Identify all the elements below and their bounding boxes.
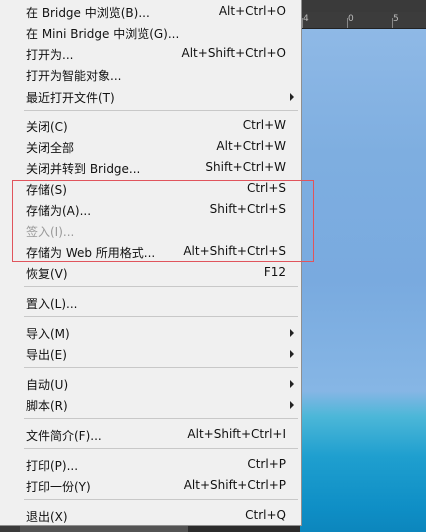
- menu-item-label: 自动(U): [26, 378, 69, 392]
- highlight-annotation-box: [12, 180, 314, 262]
- menu-item-label: 最近打开文件(T): [26, 91, 115, 105]
- menu-item-close-all[interactable]: 关闭全部 Alt+Ctrl+W: [0, 136, 300, 157]
- menu-item-browse-in-bridge[interactable]: 在 Bridge 中浏览(B)... Alt+Ctrl+O: [0, 1, 300, 22]
- menu-item-label: 关闭并转到 Bridge...: [26, 162, 141, 176]
- menu-item-label: 置入(L)...: [26, 297, 78, 311]
- menu-item-open-as[interactable]: 打开为... Alt+Shift+Ctrl+O: [0, 43, 300, 64]
- menu-item-label: 导入(M): [26, 327, 70, 341]
- file-menu: 在 Bridge 中浏览(B)... Alt+Ctrl+O 在 Mini Bri…: [0, 0, 302, 526]
- menu-item-label: 退出(X): [26, 510, 68, 524]
- menu-item-label: 打印一份(Y): [26, 480, 91, 494]
- menu-item-label: 导出(E): [26, 348, 67, 362]
- menu-item-place[interactable]: 置入(L)...: [0, 292, 300, 313]
- menu-separator: [24, 367, 298, 368]
- menu-item-revert[interactable]: 恢复(V) F12: [0, 262, 300, 283]
- menu-item-exit[interactable]: 退出(X) Ctrl+Q: [0, 505, 300, 526]
- ruler-tick: [302, 18, 303, 28]
- menu-item-label: 打印(P)...: [26, 459, 79, 473]
- menu-item-automate[interactable]: 自动(U): [0, 373, 300, 394]
- menu-item-file-info[interactable]: 文件简介(F)... Alt+Shift+Ctrl+I: [0, 424, 300, 445]
- menu-item-shortcut: Shift+Ctrl+W: [205, 160, 286, 174]
- menu-item-shortcut: Ctrl+W: [242, 118, 286, 132]
- menu-item-browse-in-mini-bridge[interactable]: 在 Mini Bridge 中浏览(G)...: [0, 22, 300, 43]
- menu-item-print[interactable]: 打印(P)... Ctrl+P: [0, 454, 300, 475]
- menu-item-label: 打开为...: [26, 48, 74, 62]
- menu-item-label: 打开为智能对象...: [26, 69, 122, 83]
- menu-item-shortcut: F12: [263, 265, 286, 279]
- ruler-tick: [392, 18, 393, 28]
- menu-item-open-recent[interactable]: 最近打开文件(T): [0, 86, 300, 107]
- menu-item-export[interactable]: 导出(E): [0, 343, 300, 364]
- menu-item-scripts[interactable]: 脚本(R): [0, 394, 300, 415]
- menu-separator: [24, 286, 298, 287]
- menu-item-shortcut: Alt+Shift+Ctrl+O: [181, 46, 286, 60]
- menu-item-close[interactable]: 关闭(C) Ctrl+W: [0, 115, 300, 136]
- ruler-tick: [347, 18, 348, 28]
- menu-separator: [24, 448, 298, 449]
- menu-item-shortcut: Alt+Ctrl+O: [218, 4, 286, 18]
- status-bar-edge: [188, 525, 300, 532]
- ruler-mark: 4: [303, 14, 309, 24]
- menu-separator: [24, 316, 298, 317]
- ruler-mark: 0: [348, 14, 354, 24]
- menu-item-open-as-smart-object[interactable]: 打开为智能对象...: [0, 64, 300, 85]
- menu-item-label: 关闭(C): [26, 120, 68, 134]
- submenu-arrow-icon: [290, 380, 294, 388]
- horizontal-ruler: 4 0 5: [300, 12, 426, 29]
- menu-item-label: 在 Bridge 中浏览(B)...: [26, 6, 150, 20]
- menu-item-shortcut: Ctrl+Q: [245, 508, 286, 522]
- menu-separator: [24, 418, 298, 419]
- menu-separator: [24, 499, 298, 500]
- submenu-arrow-icon: [290, 401, 294, 409]
- menu-item-shortcut: Alt+Ctrl+W: [216, 139, 286, 153]
- submenu-arrow-icon: [290, 329, 294, 337]
- submenu-arrow-icon: [290, 93, 294, 101]
- menu-item-label: 脚本(R): [26, 399, 68, 413]
- canvas-image[interactable]: [300, 29, 426, 532]
- menu-item-label: 关闭全部: [26, 141, 75, 155]
- ruler-mark: 5: [393, 14, 399, 24]
- menu-item-label: 在 Mini Bridge 中浏览(G)...: [26, 27, 180, 41]
- menu-item-shortcut: Alt+Shift+Ctrl+P: [183, 478, 286, 492]
- submenu-arrow-icon: [290, 350, 294, 358]
- menu-item-shortcut: Ctrl+P: [247, 457, 286, 471]
- menu-item-label: 恢复(V): [26, 267, 68, 281]
- menu-item-import[interactable]: 导入(M): [0, 322, 300, 343]
- menu-item-label: 文件简介(F)...: [26, 429, 102, 443]
- menu-item-close-and-go-to-bridge[interactable]: 关闭并转到 Bridge... Shift+Ctrl+W: [0, 157, 300, 178]
- menu-item-print-one-copy[interactable]: 打印一份(Y) Alt+Shift+Ctrl+P: [0, 475, 300, 496]
- menu-separator: [24, 110, 298, 111]
- menu-item-shortcut: Alt+Shift+Ctrl+I: [187, 427, 286, 441]
